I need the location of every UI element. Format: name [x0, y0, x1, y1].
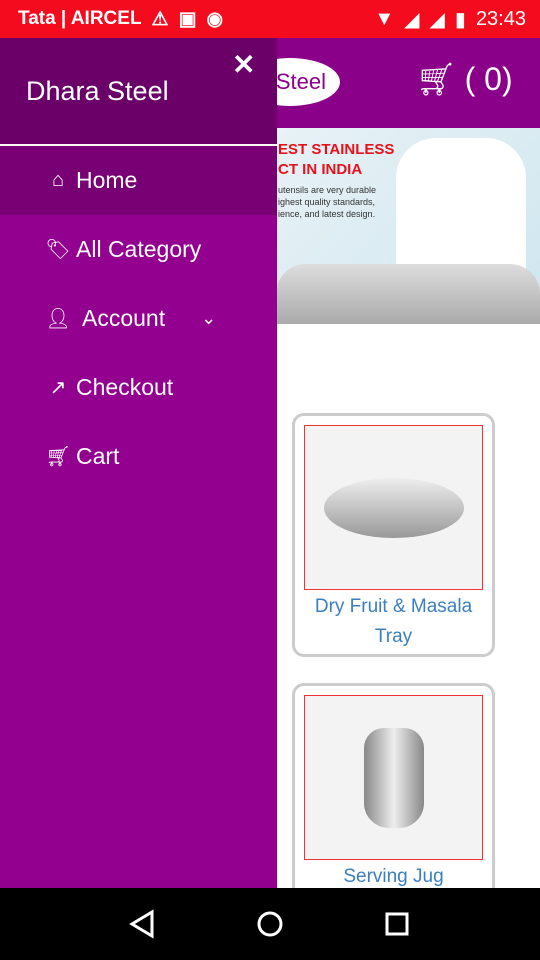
product-name[interactable]: Dry Fruit & Masala Tray [304, 590, 483, 654]
sync-icon: ◉ [206, 8, 224, 30]
status-bar: Tata | AIRCEL ⚠ ▣ ◉ ▼ ◢ ◢ ▮ 23:43 [0, 0, 540, 38]
cart-icon: 🛒︎ [416, 61, 457, 97]
cart-icon: 🛒︎ [45, 446, 71, 468]
image-icon: ▣ [178, 8, 197, 30]
battery-icon: ▮ [454, 8, 466, 31]
signal-icon: ◢ [429, 8, 445, 31]
drawer-item-label: All Category [76, 236, 202, 262]
user-icon: 👤︎ [45, 308, 71, 330]
drawer-title: Dhara Steel [26, 76, 169, 106]
product-card[interactable]: Dry Fruit & Masala Tray [292, 413, 495, 657]
drawer-item-cart[interactable]: 🛒︎ Cart [0, 422, 277, 491]
back-icon[interactable] [128, 909, 158, 939]
close-icon[interactable]: ✕ [232, 48, 255, 81]
drawer-item-account[interactable]: 👤︎ Account ⌄ [0, 284, 277, 353]
system-nav-bar [0, 888, 540, 960]
share-icon: ↗ [49, 377, 67, 399]
banner-headline: EST STAINLESS CT IN INDIA [278, 141, 395, 178]
recents-icon[interactable] [382, 909, 412, 939]
drawer-header: Dhara Steel ✕ [0, 38, 277, 146]
cookware-image [276, 264, 540, 324]
wifi-icon: ▼ [374, 7, 395, 30]
drawer-item-checkout[interactable]: ↗ Checkout [0, 353, 277, 422]
drawer-item-home[interactable]: ⌂ Home [0, 146, 277, 215]
hero-banner[interactable]: EST STAINLESS CT IN INDIA utensils are ve… [276, 128, 540, 324]
header-cart-button[interactable]: 🛒︎( 0) [416, 60, 513, 98]
drawer-item-label: Checkout [76, 374, 174, 400]
banner-text: utensils are very durable ighest quality … [278, 185, 377, 219]
tags-icon: 🏷︎ [45, 239, 71, 261]
home-icon: ⌂ [51, 169, 65, 191]
product-image [304, 425, 483, 590]
nav-drawer: Dhara Steel ✕ ⌂ Home 🏷︎ All Category 👤︎ Acc… [0, 38, 277, 888]
drawer-item-label: Account [82, 305, 166, 331]
product-image [304, 695, 483, 860]
product-card[interactable]: Serving Jug [292, 683, 495, 903]
drawer-item-label: Home [76, 167, 138, 193]
carrier: Tata | AIRCEL [18, 8, 142, 29]
warning-icon: ⚠ [151, 8, 169, 30]
cart-count: ( 0) [464, 60, 513, 97]
home-button-icon[interactable] [255, 909, 285, 939]
drawer-item-label: Cart [76, 443, 120, 469]
clock: 23:43 [475, 7, 526, 30]
logo-text: Steel [275, 69, 326, 94]
chevron-down-icon[interactable]: ⌄ [201, 308, 216, 329]
signal-icon: ◢ [404, 8, 420, 31]
drawer-item-all-category[interactable]: 🏷︎ All Category [0, 215, 277, 284]
